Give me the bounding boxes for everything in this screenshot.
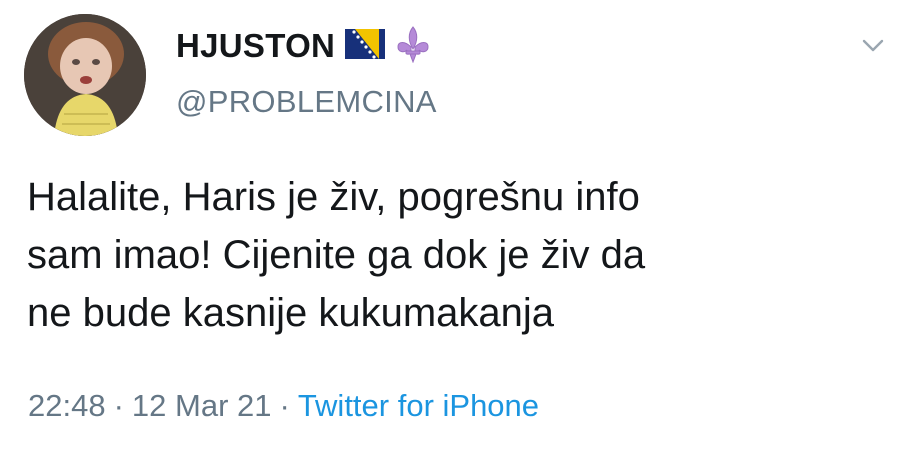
tweet-line: ne bude kasnije kukumakanja xyxy=(27,291,555,335)
separator: · xyxy=(113,388,124,423)
tweet-card: HJUSTON @PROBLEMCINA Halalite, Haris je … xyxy=(0,0,900,461)
tweet-source-link[interactable]: Twitter for iPhone xyxy=(298,388,539,424)
avatar[interactable] xyxy=(24,14,146,136)
tweet-line: sam imao! Cijenite ga dok je živ da xyxy=(27,233,646,277)
bosnia-flag-icon xyxy=(345,28,386,64)
chevron-down-icon[interactable] xyxy=(860,34,886,56)
display-name[interactable]: HJUSTON xyxy=(176,27,335,65)
fleur-de-lis-icon xyxy=(395,25,431,68)
separator: · xyxy=(279,388,290,423)
user-handle[interactable]: @PROBLEMCINA xyxy=(176,84,437,120)
tweet-meta: 22:48 · 12 Mar 21 · Twitter for iPhone xyxy=(28,388,539,424)
tweet-date[interactable]: 12 Mar 21 xyxy=(132,388,272,424)
name-row: HJUSTON xyxy=(176,22,431,70)
tweet-time[interactable]: 22:48 xyxy=(28,388,106,424)
tweet-line: Halalite, Haris je živ, pogrešnu info xyxy=(27,175,640,219)
tweet-text: Halalite, Haris je živ, pogrešnu info sa… xyxy=(27,168,877,342)
